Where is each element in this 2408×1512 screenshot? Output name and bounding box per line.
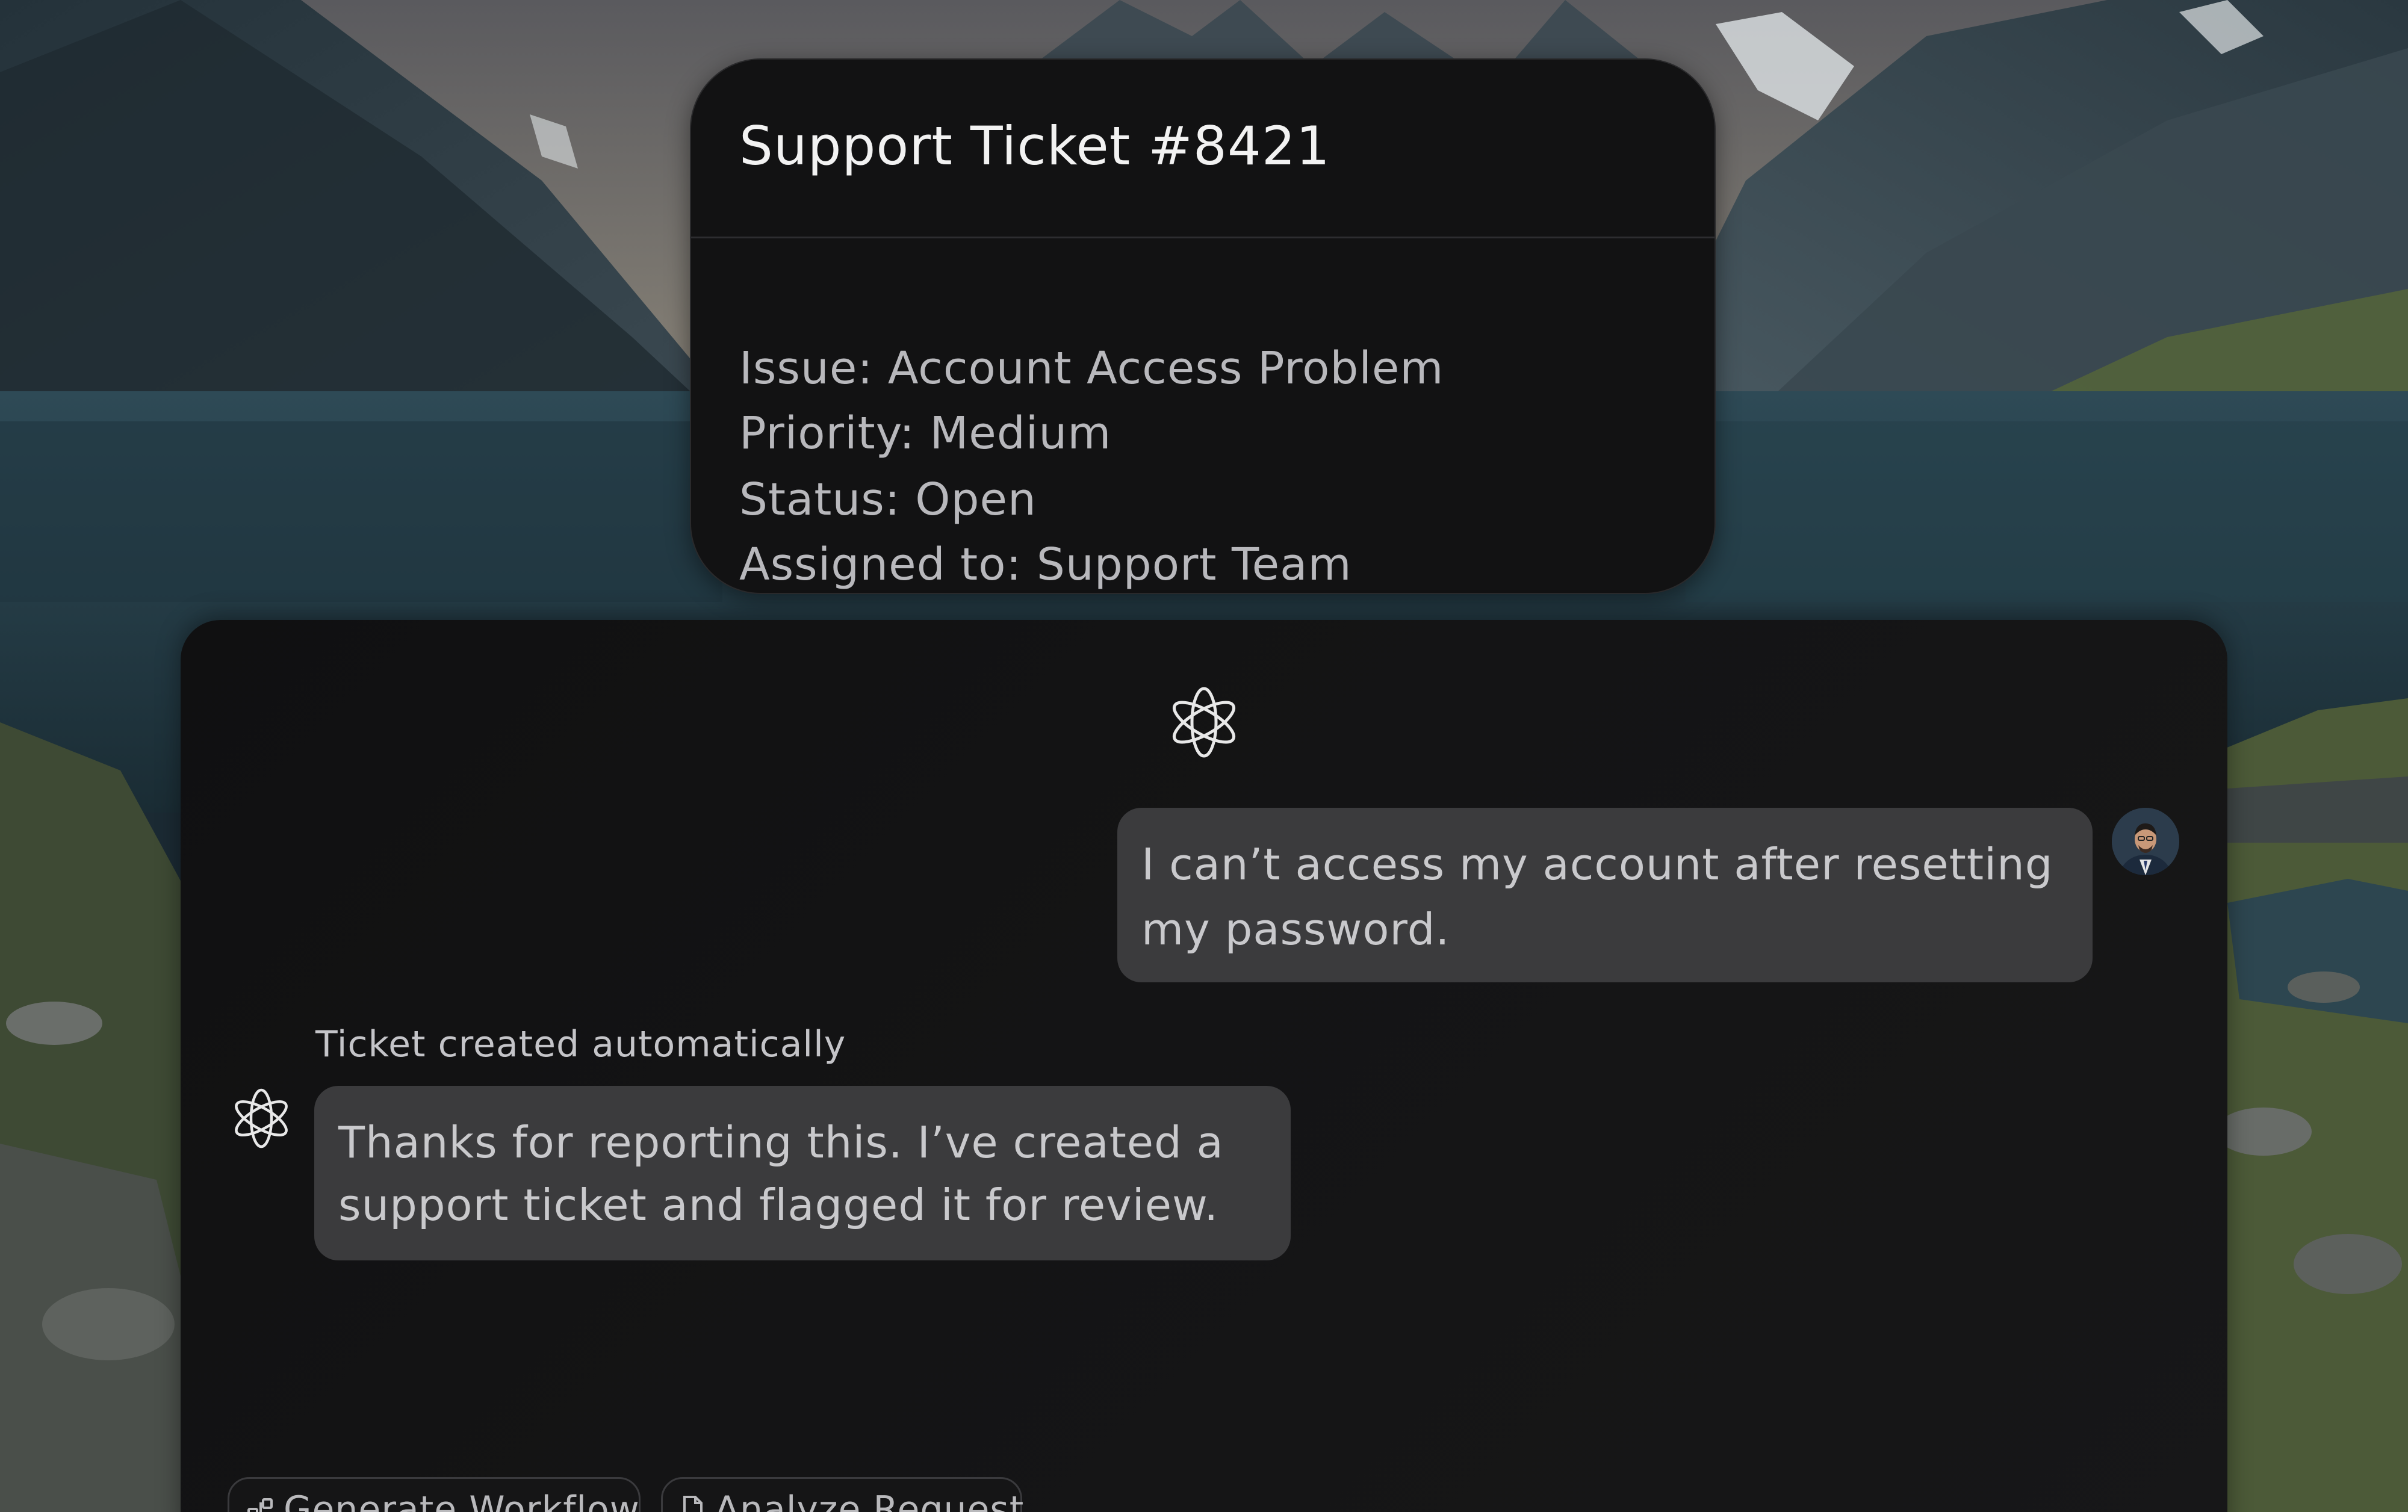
ticket-field-assignee: Assigned to: Support Team	[739, 539, 1352, 590]
bot-caption: Ticket created automatically	[315, 1023, 846, 1065]
ticket-field-issue: Issue: Account Access Problem	[739, 342, 1444, 394]
analyze-request-label: Analyze Request	[715, 1489, 1025, 1512]
support-ticket-card: Support Ticket #8421 Issue: Account Acce…	[690, 58, 1716, 594]
atom-logo-icon	[1167, 685, 1241, 760]
document-icon	[680, 1490, 706, 1512]
user-message-bubble: I can’t access my account after resettin…	[1117, 808, 2093, 982]
assistant-message-bubble: Thanks for reporting this. I’ve created …	[314, 1086, 1291, 1260]
workflow-icon	[246, 1490, 275, 1512]
assistant-atom-icon	[230, 1087, 293, 1150]
ticket-field-priority: Priority: Medium	[739, 407, 1112, 459]
generate-workflow-label: Generate Workflow	[284, 1489, 640, 1512]
user-avatar[interactable]	[2112, 808, 2179, 875]
chat-panel: I can’t access my account after resettin…	[181, 620, 2227, 1512]
generate-workflow-button[interactable]: Generate Workflow	[228, 1477, 641, 1512]
ticket-title: Support Ticket #8421	[739, 115, 1330, 177]
ticket-field-status: Status: Open	[739, 474, 1037, 525]
analyze-request-button[interactable]: Analyze Request	[661, 1477, 1025, 1512]
ticket-divider	[691, 237, 1714, 238]
